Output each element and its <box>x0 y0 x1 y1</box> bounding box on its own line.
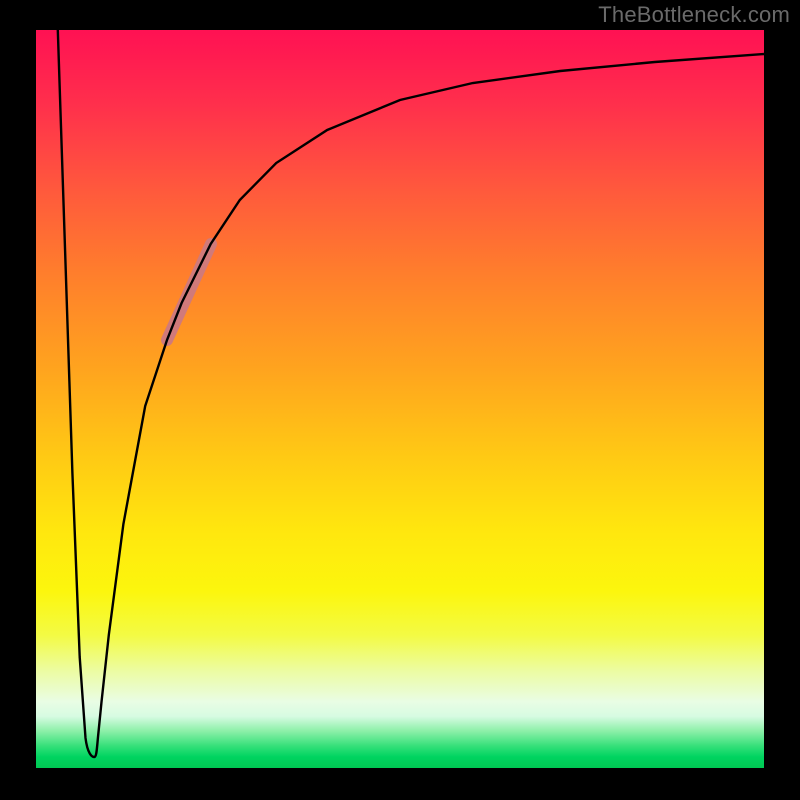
frame-border-left <box>0 0 36 800</box>
frame-border-right <box>764 0 800 800</box>
chart-container: TheBottleneck.com <box>0 0 800 800</box>
frame-border-bottom <box>0 768 800 800</box>
bottleneck-curve <box>58 30 764 757</box>
watermark-text: TheBottleneck.com <box>598 2 790 28</box>
curve-layer <box>36 30 764 768</box>
